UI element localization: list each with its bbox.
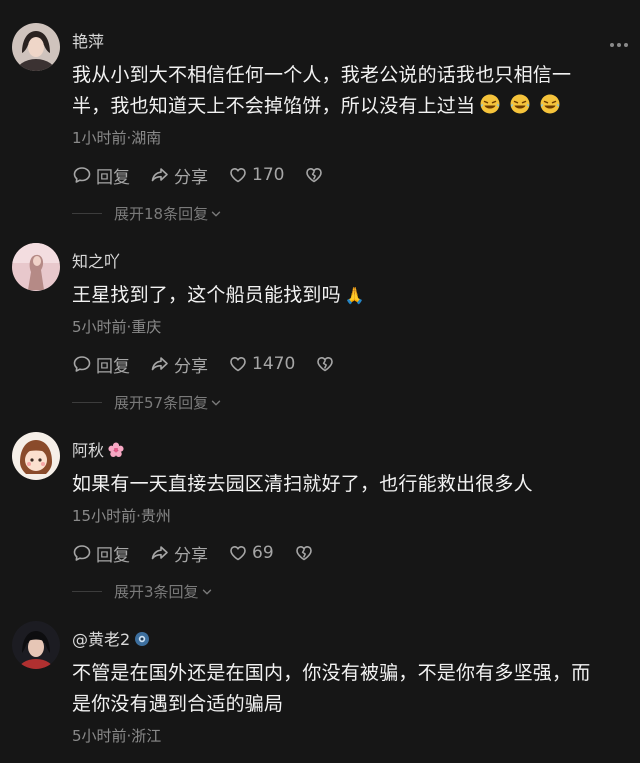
like-button[interactable]: 69 [228,543,274,563]
reply-button[interactable]: 回复 [72,541,130,566]
expand-replies-button[interactable]: 展开3条回复 [72,581,213,602]
comment-text-line: 我从小到大不相信任何一个人，我老公说的话我也只相信一 [72,64,572,86]
broken-heart-icon [304,165,324,185]
like-button[interactable]: 170 [228,165,284,185]
like-count: 1470 [252,354,296,374]
username[interactable]: 知之吖 [72,248,120,272]
divider-line [72,591,102,592]
comment-text: 王星找到了，这个船员能找到吗 🙏 [72,280,628,311]
avatar[interactable] [12,621,60,669]
camera-badge-icon [135,632,150,646]
comment-meta: 15小时前·贵州 [72,507,171,525]
more-options-icon[interactable] [610,43,628,47]
chevron-down-icon [210,397,222,409]
username-text: @黄老2 [72,630,131,649]
rolling-laughing-icon [509,93,531,115]
share-button[interactable]: 分享 [150,352,208,377]
comment-meta: 1小时前·湖南 [72,129,162,147]
expand-replies-label: 展开57条回复 [114,394,209,412]
reply-label: 回复 [96,356,130,377]
share-button[interactable]: 分享 [150,163,208,188]
comment-text-segment: 王星找到了，这个船员能找到吗 [72,284,341,306]
comment-text-line: 不管是在国外还是在国内，你没有被骗，不是你有多坚强，而 [72,662,591,684]
rolling-laughing-icon [479,93,501,115]
comment-actions: 回复 分享 69 [72,541,318,566]
avatar[interactable] [12,23,60,71]
expand-replies-button[interactable]: 展开57条回复 [72,392,222,413]
reply-icon [72,165,92,185]
reply-button[interactable]: 回复 [72,352,130,377]
expand-replies-label: 展开3条回复 [114,583,199,601]
share-label: 分享 [174,167,208,188]
avatar[interactable] [12,243,60,291]
username[interactable]: 艳萍 [72,28,104,52]
username-text: 阿秋 [72,441,105,460]
dislike-button[interactable] [294,543,318,563]
dislike-button[interactable] [315,354,339,374]
broken-heart-icon [315,354,335,374]
reply-label: 回复 [96,545,130,566]
comment-text: 我从小到大不相信任何一个人，我老公说的话我也只相信一 半，我也知道天上不会掉馅饼… [72,60,628,122]
share-button[interactable]: 分享 [150,541,208,566]
expand-replies-label: 展开18条回复 [114,205,209,223]
heart-icon [228,354,248,374]
broken-heart-icon [294,543,314,563]
rolling-laughing-icon [539,93,561,115]
chevron-down-icon [201,586,213,598]
reply-icon [72,543,92,563]
chevron-down-icon [210,208,222,220]
like-button[interactable]: 1470 [228,354,295,374]
avatar[interactable] [12,432,60,480]
share-icon [150,543,170,563]
reply-label: 回复 [96,167,130,188]
heart-icon [228,543,248,563]
comment-meta: 5小时前·重庆 [72,318,162,336]
like-count: 69 [252,543,274,563]
comment-text-line: 是你没有遇到合适的骗局 [72,693,284,715]
comment-text-segment: 半，我也知道天上不会掉馅饼，所以没有上过当 [72,95,476,117]
reply-icon [72,354,92,374]
share-icon [150,165,170,185]
folded-hands-icon: 🙏 [344,286,365,305]
username[interactable]: 阿秋 [72,437,125,461]
share-label: 分享 [174,545,208,566]
reply-button[interactable]: 回复 [72,163,130,188]
comment-actions: 回复 分享 1470 [72,352,339,377]
share-label: 分享 [174,356,208,377]
expand-replies-button[interactable]: 展开18条回复 [72,203,222,224]
comment-text-line: 半，我也知道天上不会掉馅饼，所以没有上过当 [72,91,628,122]
divider-line [72,402,102,403]
comment-text: 不管是在国外还是在国内，你没有被骗，不是你有多坚强，而 是你没有遇到合适的骗局 [72,658,628,720]
comment-text-line: 王星找到了，这个船员能找到吗 🙏 [72,280,628,311]
dislike-button[interactable] [304,165,328,185]
divider-line [72,213,102,214]
like-count: 170 [252,165,285,185]
heart-icon [228,165,248,185]
username[interactable]: @黄老2 [72,626,150,650]
comment-meta: 5小时前·浙江 [72,727,162,745]
comment-actions: 回复 分享 170 [72,163,328,188]
comment-text-line: 如果有一天直接去园区清扫就好了，也行能救出很多人 [72,473,533,495]
comment-text: 如果有一天直接去园区清扫就好了，也行能救出很多人 [72,469,628,500]
share-icon [150,354,170,374]
cherry-blossom-icon [108,442,124,458]
